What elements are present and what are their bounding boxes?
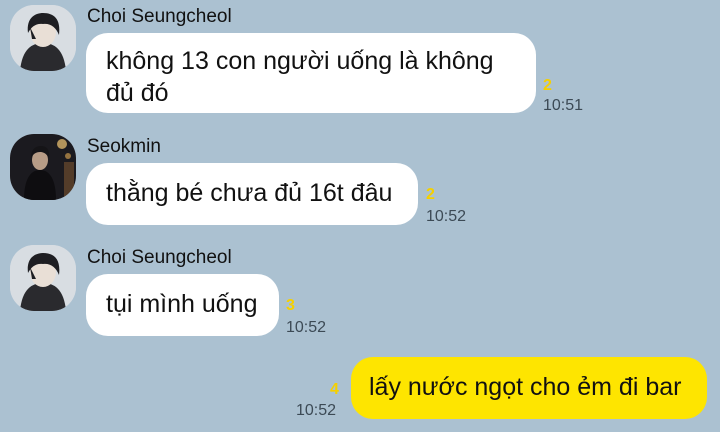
message-bubble[interactable]: tụi mình uống — [86, 274, 279, 336]
unread-count: 2 — [426, 186, 435, 203]
my-message-bubble[interactable]: lấy nước ngọt cho ẻm đi bar — [351, 357, 707, 419]
sender-name: Seokmin — [87, 136, 161, 157]
message-text-line: đủ đó — [106, 79, 169, 107]
profile-photo-icon — [10, 245, 76, 311]
message-bubble[interactable]: không 13 con người uống là không đủ đó — [86, 33, 536, 113]
avatar-choi-seungcheol[interactable] — [10, 245, 76, 311]
message-time: 10:52 — [426, 208, 467, 225]
profile-photo-icon — [10, 134, 76, 200]
message-time: 10:52 — [286, 319, 327, 336]
unread-count: 3 — [286, 297, 295, 314]
message-text-line: không 13 con người uống là không — [106, 47, 494, 75]
sender-name: Choi Seungcheol — [87, 247, 232, 268]
message-time: 10:52 — [296, 402, 337, 419]
unread-count: 4 — [330, 381, 339, 398]
message-bubble[interactable]: thằng bé chưa đủ 16t đâu — [86, 163, 418, 225]
message-text-line: lấy nước ngọt cho ẻm đi bar — [369, 373, 682, 401]
profile-photo-icon — [10, 5, 76, 71]
message-time: 10:51 — [543, 97, 584, 114]
avatar-seokmin[interactable] — [10, 134, 76, 200]
avatar-choi-seungcheol[interactable] — [10, 5, 76, 71]
message-text-line: tụi mình uống — [106, 290, 258, 318]
unread-count: 2 — [543, 77, 552, 94]
message-text-line: thằng bé chưa đủ 16t đâu — [106, 179, 393, 207]
sender-name: Choi Seungcheol — [87, 6, 232, 27]
